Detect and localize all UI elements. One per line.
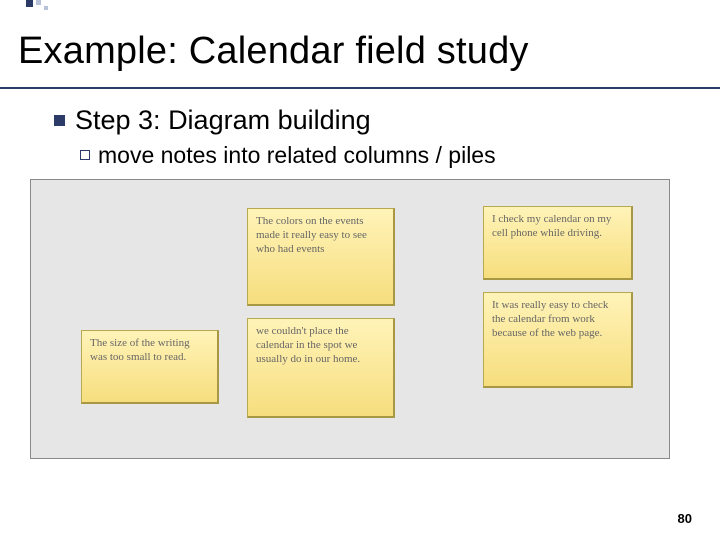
title-underline [0, 77, 720, 89]
sticky-note: The size of the writing was too small to… [81, 330, 219, 404]
page-number: 80 [678, 511, 692, 526]
hollow-square-bullet-icon [80, 150, 90, 160]
sticky-note: It was really easy to check the calendar… [483, 292, 633, 388]
slide-title: Example: Calendar field study [0, 18, 720, 77]
decorative-header-dots [0, 0, 720, 18]
bullet-1-text: Step 3: Diagram building [75, 105, 371, 136]
sticky-note: The colors on the events made it really … [247, 208, 395, 306]
bullet-2-text: move notes into related columns / piles [98, 142, 496, 169]
square-bullet-icon [54, 115, 65, 126]
slide-body: Step 3: Diagram building move notes into… [0, 89, 720, 169]
bullet-level-1: Step 3: Diagram building [54, 105, 680, 136]
sticky-note: I check my calendar on my cell phone whi… [483, 206, 633, 280]
bullet-level-2: move notes into related columns / piles [80, 142, 680, 169]
affinity-board: The size of the writing was too small to… [30, 179, 670, 459]
sticky-note: we couldn't place the calendar in the sp… [247, 318, 395, 418]
